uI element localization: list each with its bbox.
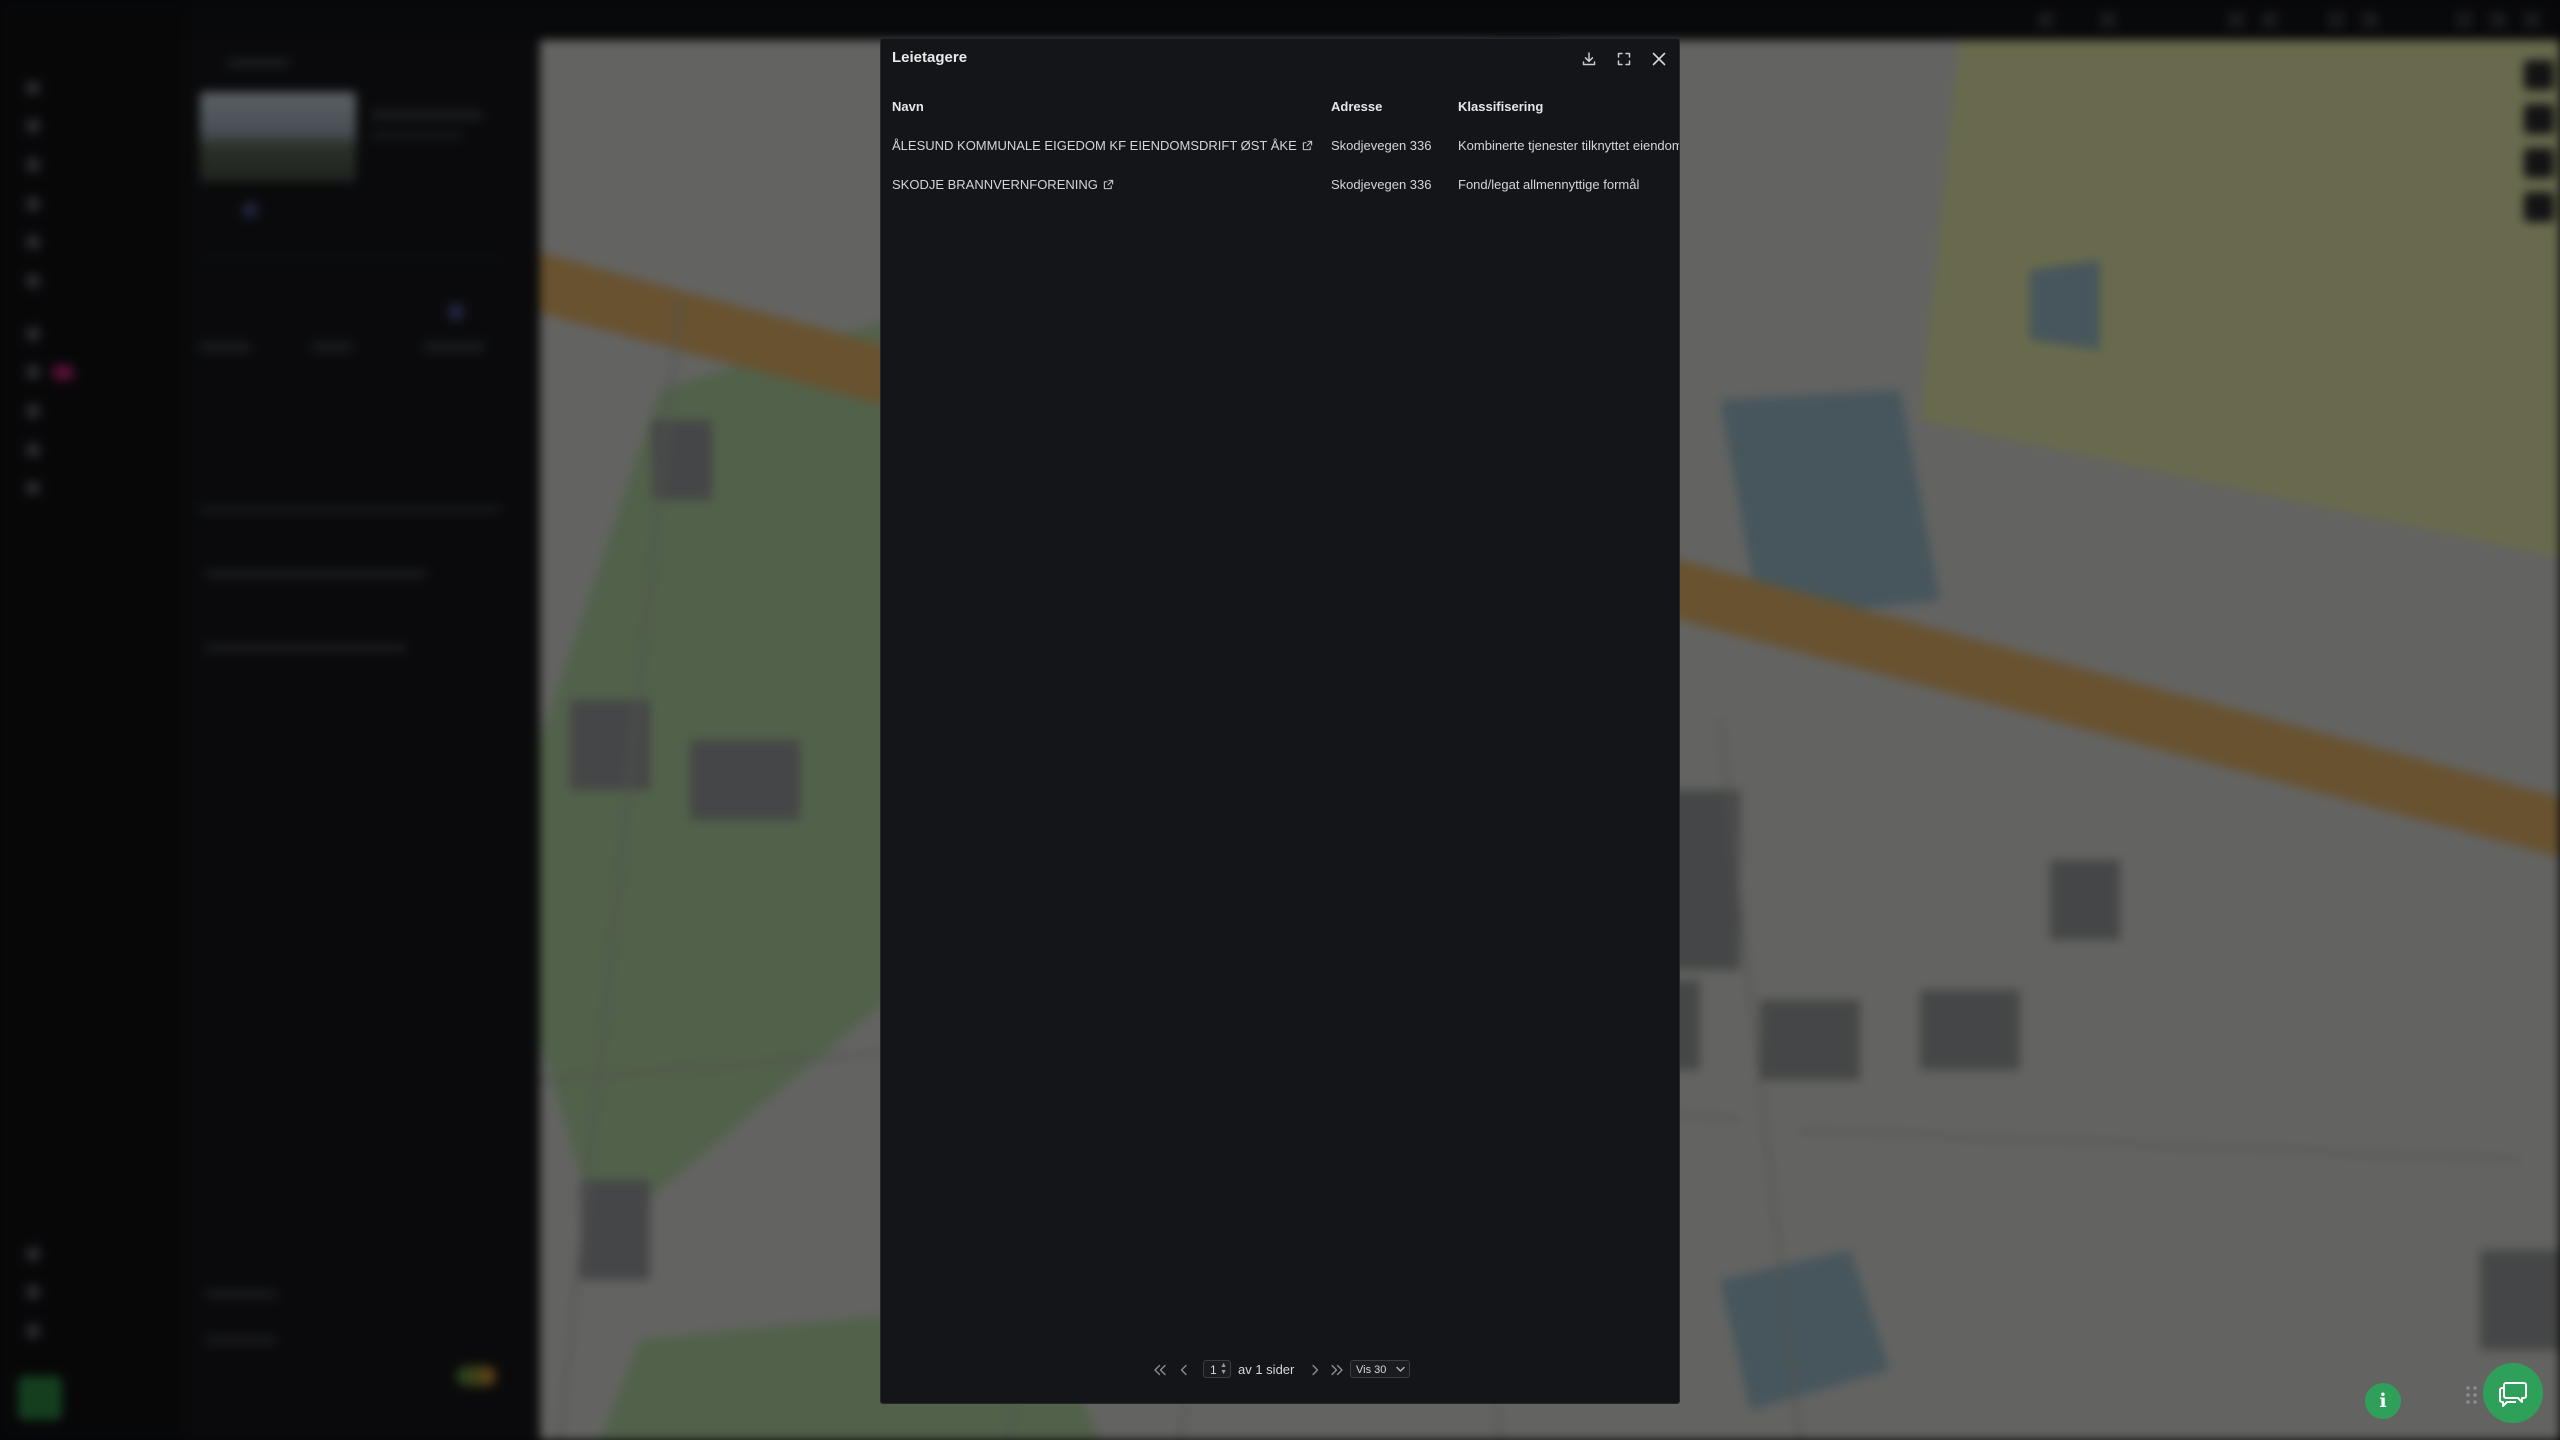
external-link-icon bbox=[1302, 140, 1312, 151]
fullscreen-icon bbox=[1617, 52, 1631, 66]
pagination: 1 ▲ ▼ av 1 sider Vis 30 bbox=[881, 1358, 1679, 1382]
chevron-left-icon bbox=[1180, 1364, 1187, 1376]
tenant-classification: Kombinerte tjenester tilknyttet eiendoms… bbox=[1458, 138, 1679, 153]
chat-icon bbox=[2499, 1382, 2527, 1407]
last-page-button[interactable] bbox=[1328, 1360, 1346, 1380]
page-number-input[interactable]: 1 ▲ ▼ bbox=[1203, 1360, 1231, 1378]
table-row: ÅLESUND KOMMUNALE EIGEDOM KF EIENDOMSDRI… bbox=[881, 126, 1679, 165]
chevron-down-icon bbox=[1396, 1366, 1405, 1372]
chevrons-right-icon bbox=[1331, 1364, 1343, 1376]
tenant-address: Skodjevegen 336 bbox=[1331, 138, 1432, 153]
page-size-select[interactable]: Vis 30 bbox=[1350, 1360, 1410, 1378]
download-button[interactable] bbox=[1578, 48, 1600, 70]
chevron-right-icon bbox=[1312, 1364, 1319, 1376]
tenant-address: Skodjevegen 336 bbox=[1331, 177, 1432, 192]
external-link-icon bbox=[1103, 179, 1114, 190]
modal-header: Leietagere bbox=[881, 39, 1679, 79]
page-number-value: 1 bbox=[1210, 1363, 1217, 1377]
close-button[interactable] bbox=[1648, 48, 1670, 70]
chat-button[interactable] bbox=[2483, 1363, 2543, 1423]
tenant-name: ÅLESUND KOMMUNALE EIGEDOM KF EIENDOMSDRI… bbox=[892, 138, 1297, 153]
column-header-name[interactable]: Navn bbox=[892, 87, 924, 126]
page-count-label: av 1 sider bbox=[1238, 1362, 1295, 1377]
info-button[interactable]: i bbox=[2365, 1383, 2401, 1419]
close-icon bbox=[1652, 52, 1666, 66]
page-size-value: Vis 30 bbox=[1356, 1364, 1387, 1376]
table-header: Navn Adresse Klassifisering bbox=[881, 87, 1679, 126]
next-page-button[interactable] bbox=[1306, 1360, 1324, 1380]
tenant-name-link[interactable]: SKODJE BRANNVERNFORENING bbox=[892, 165, 1114, 204]
tenant-classification: Fond/legat allmennyttige formål bbox=[1458, 177, 1640, 192]
column-header-classification[interactable]: Klassifisering bbox=[1458, 87, 1543, 126]
previous-page-button[interactable] bbox=[1175, 1360, 1193, 1380]
modal-title: Leietagere bbox=[892, 49, 968, 66]
column-header-address[interactable]: Adresse bbox=[1331, 87, 1382, 126]
drag-handle-icon[interactable] bbox=[2465, 1385, 2479, 1405]
tenant-name: SKODJE BRANNVERNFORENING bbox=[892, 177, 1098, 192]
page-spinner-icon[interactable]: ▲ ▼ bbox=[1220, 1362, 1227, 1376]
download-icon bbox=[1582, 52, 1596, 66]
chevrons-left-icon bbox=[1154, 1364, 1166, 1376]
info-icon: i bbox=[2379, 1390, 2387, 1412]
table-row: SKODJE BRANNVERNFORENING Skodjevegen 336… bbox=[881, 165, 1679, 204]
tenants-modal: Leietagere Navn Adresse Klassifisering Å… bbox=[880, 38, 1680, 1404]
fullscreen-button[interactable] bbox=[1613, 48, 1635, 70]
tenants-table: Navn Adresse Klassifisering ÅLESUND KOMM… bbox=[881, 87, 1679, 204]
first-page-button[interactable] bbox=[1151, 1360, 1169, 1380]
tenant-name-link[interactable]: ÅLESUND KOMMUNALE EIGEDOM KF EIENDOMSDRI… bbox=[892, 126, 1313, 165]
